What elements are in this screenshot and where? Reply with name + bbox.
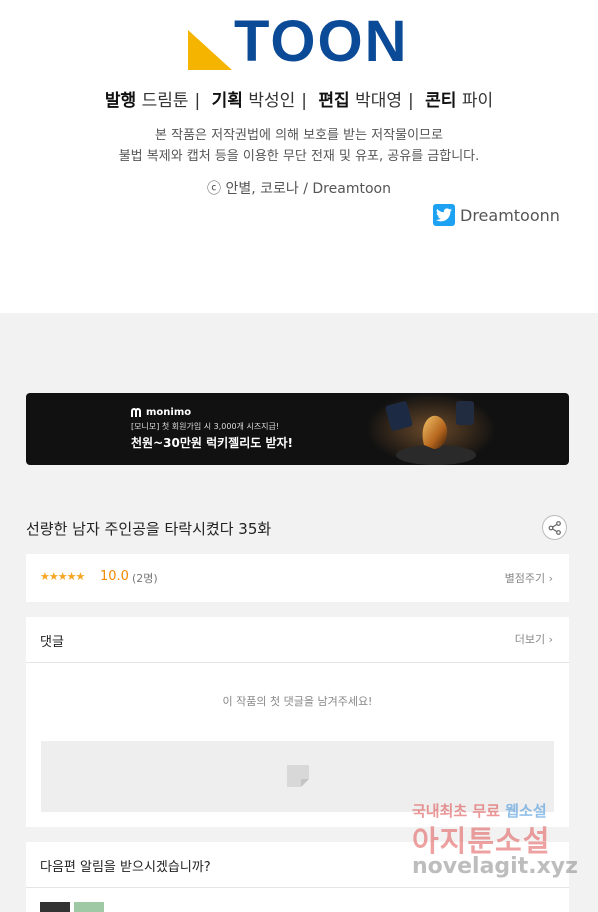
- planning-name: 박성인: [248, 91, 296, 111]
- dreamtoon-logo: TOON: [188, 0, 418, 76]
- comments-more-link[interactable]: 더보기 ›: [515, 631, 553, 647]
- rate-button-label: 별점주기: [504, 572, 546, 585]
- monimo-logo-icon: [131, 408, 141, 417]
- logo-text: TOON: [234, 9, 409, 74]
- staff-credits: 발행 드림툰 | 기획 박성인 | 편집 박대영 | 콘티 파이: [104, 91, 494, 111]
- notice-line-2: 불법 복제와 캡처 등을 이용한 무단 전재 및 유포, 공유를 금합니다.: [118, 149, 480, 164]
- banner-jelly-image: [366, 393, 496, 465]
- rating-score: 10.0: [100, 569, 129, 584]
- divider: [26, 887, 569, 888]
- copyright-notice: 본 작품은 저작권법에 의해 보호를 받는 저작물이므로 불법 복제와 캡처 등…: [0, 125, 598, 167]
- share-button[interactable]: [542, 515, 567, 540]
- rating-card: ★★★★★ 10.0 (2명) 별점주기 ›: [26, 554, 569, 602]
- banner-headline: 천원~30만원 럭키젤리도 받자!: [131, 436, 294, 450]
- chevron-right-icon: ›: [548, 572, 553, 585]
- comments-empty-message: 이 작품의 첫 댓글을 남겨주세요!: [222, 695, 373, 708]
- copyright-line: ⓒ 안별, 코로나 / Dreamtoon: [207, 181, 391, 197]
- comments-more-label: 더보기: [514, 633, 546, 646]
- publisher-label: 발행: [104, 91, 137, 111]
- comments-card: 댓글 더보기 › 이 작품의 첫 댓글을 남겨주세요!: [26, 617, 569, 827]
- banner-brand-text: monimo: [146, 407, 192, 418]
- notice-line-1: 본 작품은 저작권법에 의해 보호를 받는 저작물이므로: [155, 128, 443, 143]
- notification-card: 다음편 알림을 받으시겠습니까?: [26, 842, 569, 912]
- planning-label: 기획: [211, 91, 243, 111]
- editor-name: 박대영: [355, 91, 402, 111]
- content-name: 파이: [461, 91, 494, 111]
- rate-button[interactable]: 별점주기 ›: [505, 570, 553, 586]
- episode-title: 선량한 남자 주인공을 타락시켰다 35화: [26, 520, 272, 538]
- rating-stars: ★★★★★: [40, 570, 85, 583]
- twitter-bird-icon: [433, 204, 455, 226]
- logo-cropped-top: [188, 0, 418, 6]
- publisher-name: 드림툰: [141, 91, 189, 111]
- ad-banner[interactable]: monimo [모니모] 첫 회원가입 시 3,000개 시즈지급! 천원~30…: [26, 393, 569, 465]
- chevron-right-icon: ›: [548, 633, 553, 646]
- comment-input[interactable]: [41, 741, 554, 812]
- thumbnail[interactable]: [40, 902, 70, 912]
- twitter-handle: Dreamtoonn: [460, 205, 560, 225]
- divider: [26, 662, 569, 663]
- comments-title: 댓글: [40, 635, 64, 650]
- banner-subtext: [모니모] 첫 회원가입 시 3,000개 시즈지급!: [131, 422, 280, 431]
- write-comment-icon: [287, 765, 309, 787]
- share-icon: [548, 520, 561, 535]
- rating-count: (2명): [132, 572, 158, 585]
- notification-title: 다음편 알림을 받으시겠습니까?: [40, 860, 211, 875]
- credits-section: TOON 발행 드림툰 | 기획 박성인 | 편집 박대영 | 콘티 파이 본 작품은…: [0, 0, 598, 313]
- thumbnail[interactable]: [74, 902, 104, 912]
- logo-triangle-icon: [188, 30, 232, 70]
- editor-label: 편집: [318, 91, 350, 111]
- notification-thumbnails: [40, 902, 108, 912]
- banner-brand: monimo: [131, 407, 191, 418]
- twitter-link[interactable]: Dreamtoonn: [433, 203, 560, 227]
- content-label: 콘티: [425, 91, 457, 111]
